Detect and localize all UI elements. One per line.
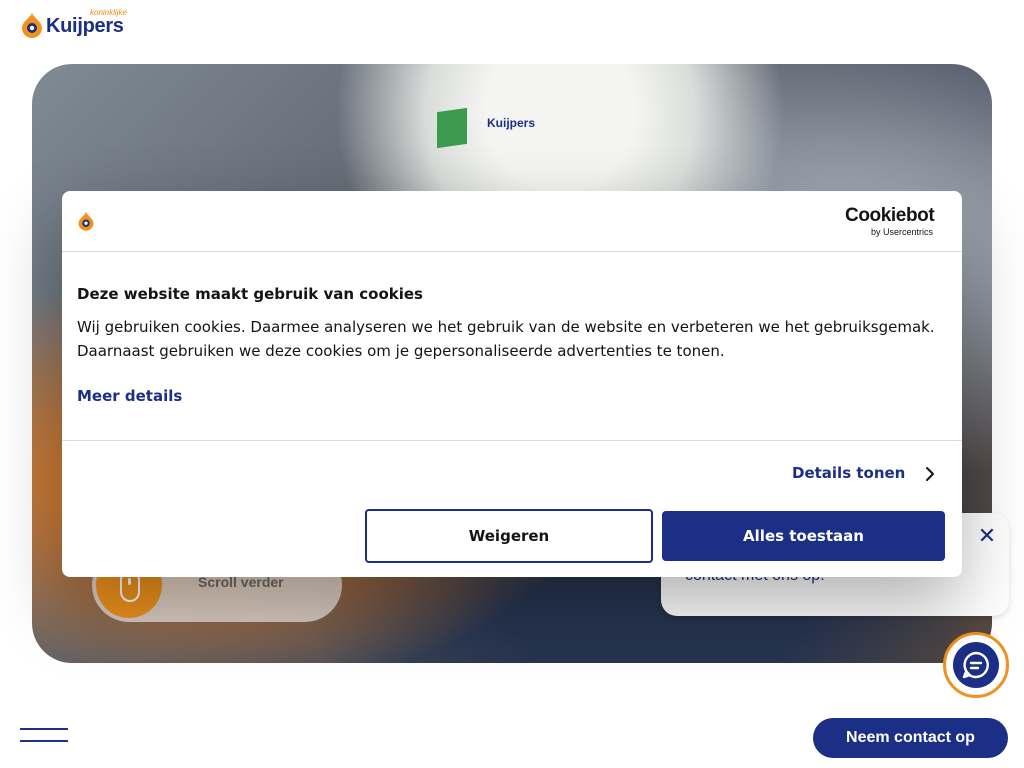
flame-logo-icon (22, 13, 42, 38)
contact-button[interactable]: Neem contact op (813, 718, 1008, 758)
flame-logo-icon (78, 212, 94, 231)
chat-icon (953, 642, 999, 688)
helmet-brand-text: Kuijpers (487, 116, 536, 130)
close-icon[interactable]: ✕ (977, 526, 997, 548)
deny-button[interactable]: Weigeren (365, 509, 653, 563)
cookiebot-brand: Cookiebot (845, 205, 935, 226)
cookie-consent-dialog: Cookiebot by Usercentrics Deze website m… (62, 191, 962, 577)
cookie-dialog-body: Wij gebruiken cookies. Daarmee analysere… (77, 318, 935, 360)
logo-wordmark: Kuijpers (46, 15, 124, 37)
cookiebot-logo[interactable]: Cookiebot by Usercentrics (845, 205, 949, 237)
helmet-sticker (437, 107, 467, 149)
cookiebot-byline: by Usercentrics (871, 227, 934, 237)
site-logo[interactable]: koninklijke Kuijpers (20, 8, 135, 40)
menu-icon[interactable] (20, 726, 68, 746)
chat-launcher-button[interactable] (943, 632, 1009, 698)
chevron-right-icon[interactable] (922, 466, 938, 482)
divider (62, 440, 962, 441)
cookie-dialog-title: Deze website maakt gebruik van cookies (77, 285, 423, 303)
cookie-dialog-header: Cookiebot by Usercentrics (62, 191, 962, 252)
allow-all-button[interactable]: Alles toestaan (662, 511, 945, 561)
show-details-link[interactable]: Details tonen (792, 464, 905, 482)
more-details-link[interactable]: Meer details (77, 387, 182, 405)
